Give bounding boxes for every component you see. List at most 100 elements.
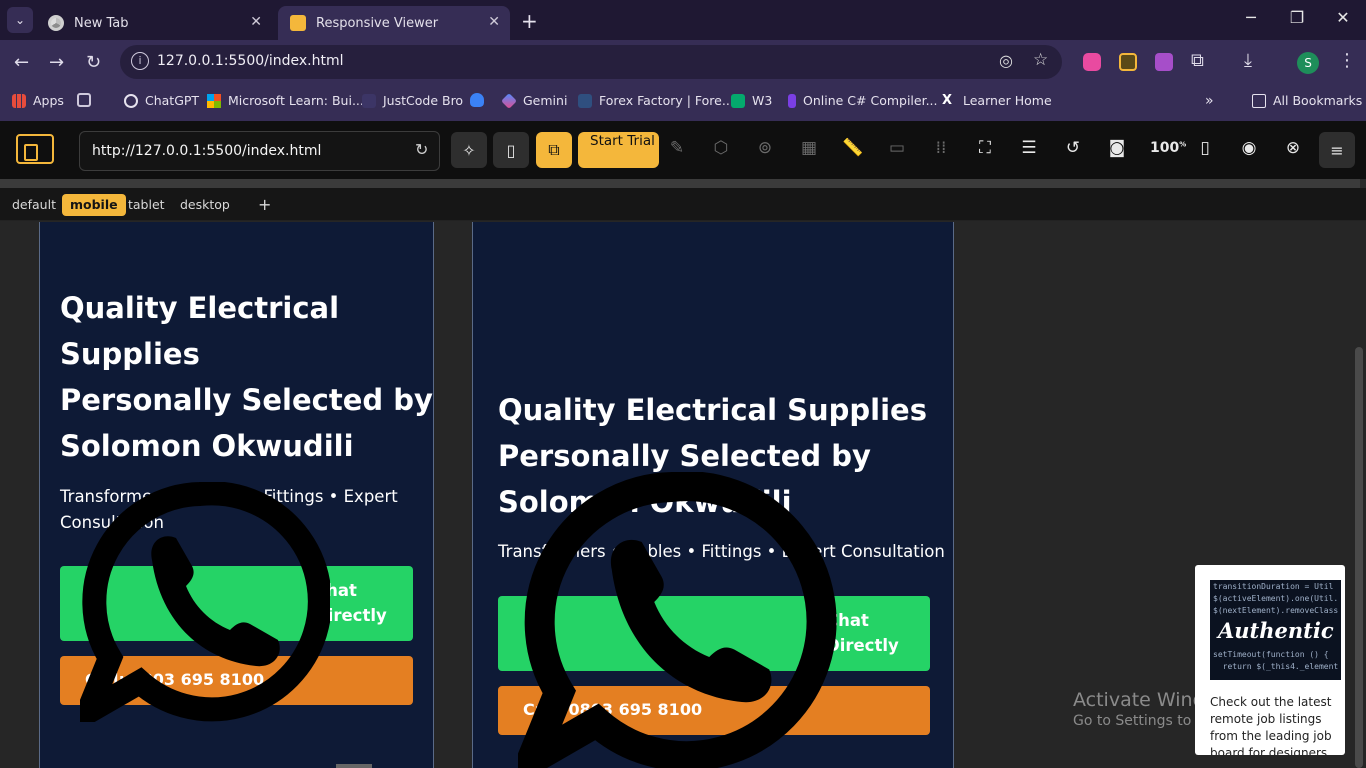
justcode-icon	[362, 93, 376, 108]
whatsapp-icon	[518, 472, 837, 768]
inspect-cursor-button[interactable]: ✧	[451, 132, 487, 168]
bookmark-gemini[interactable]: Gemini	[501, 92, 567, 109]
scroll-handle[interactable]	[336, 764, 372, 768]
star-icon[interactable]: ☆	[1033, 50, 1048, 70]
device-tab-desktop[interactable]: desktop	[172, 194, 238, 216]
ad-text: Check out the latest remote job listings…	[1210, 695, 1332, 755]
extension-icon[interactable]	[1155, 53, 1173, 71]
eye-off-icon[interactable]: ◎	[999, 51, 1013, 70]
bookmark-forex-factory[interactable]: Forex Factory | Fore...	[578, 93, 734, 108]
chatgpt-icon	[124, 93, 138, 108]
close-tab-icon[interactable]: ✕	[250, 14, 262, 30]
ruler-icon[interactable]: 📏	[841, 138, 865, 158]
avatar[interactable]: S	[1297, 52, 1319, 74]
cube-icon[interactable]: ⬡	[709, 138, 733, 158]
bookmark-butterfly[interactable]	[470, 93, 491, 107]
minimize-icon[interactable]: ─	[1228, 8, 1274, 27]
tab-responsive-viewer[interactable]: Responsive Viewer ✕	[278, 6, 510, 40]
vertical-scrollbar[interactable]	[1355, 347, 1363, 768]
viewport-stage: Quality Electrical Supplies Personally S…	[0, 222, 1366, 768]
viewer-url-field[interactable]: http://127.0.0.1:5500/index.html ↻	[79, 131, 440, 171]
close-tab-icon[interactable]: ✕	[488, 14, 500, 30]
responsive-viewer-icon	[290, 15, 306, 31]
tab-label: New Tab	[74, 15, 129, 31]
bookmarks-bar: Apps ChatGPT Microsoft Learn: Bui... Jus…	[0, 85, 1366, 116]
authentic-logo: Authentic	[1218, 618, 1334, 643]
folder-icon	[1252, 93, 1266, 108]
bookmark-online-compiler[interactable]: Online C# Compiler...	[788, 93, 938, 108]
hamburger-menu-icon[interactable]: ≡	[1319, 132, 1355, 168]
site-info-icon[interactable]: i	[131, 52, 149, 70]
device-frame-mobile: Quality Electrical Supplies Personally S…	[39, 222, 434, 768]
back-icon[interactable]: ←	[14, 52, 29, 73]
bookmark-apps[interactable]: Apps	[12, 93, 64, 108]
bookmark-justcode[interactable]: JustCode Bro	[362, 93, 463, 108]
forex-icon	[578, 93, 592, 108]
compiler-icon	[788, 93, 796, 108]
layers-icon[interactable]: ☰	[1017, 138, 1041, 158]
rotate-icon[interactable]: ↺	[1061, 138, 1085, 158]
grid-icon	[77, 93, 91, 107]
browser-tab-strip: ⌄ New Tab ✕ Responsive Viewer ✕ + ─ ❐ ✕	[0, 0, 1366, 40]
horizontal-scrollbar[interactable]	[0, 179, 1360, 188]
tab-new-tab[interactable]: New Tab ✕	[36, 6, 272, 40]
sync-devices-button[interactable]: ⧉	[536, 132, 572, 168]
grid-overlay-icon[interactable]: ▦	[797, 138, 821, 158]
menu-dots-icon[interactable]: ⋮	[1338, 50, 1356, 71]
apps-grid-icon	[12, 93, 26, 108]
bookmark-learner-home[interactable]: X Learner Home	[942, 93, 1052, 108]
link-icon[interactable]: ⊚	[753, 138, 777, 158]
whatsapp-icon	[80, 482, 330, 722]
shield-extension-icon[interactable]	[1083, 53, 1101, 71]
hero-title: Quality Electrical Supplies Personally S…	[60, 291, 433, 463]
mouse-button[interactable]: ▯	[493, 132, 529, 168]
bookmark-microsoft-learn[interactable]: Microsoft Learn: Bui...	[207, 93, 364, 108]
download-icon[interactable]: ⤓	[1244, 50, 1252, 71]
address-bar[interactable]: i 127.0.0.1:5500/index.html ◎ ☆	[120, 45, 1062, 79]
zoom-level[interactable]: 100%	[1150, 140, 1186, 156]
microsoft-icon	[207, 93, 221, 108]
tab-search-button[interactable]: ⌄	[7, 7, 33, 33]
bar-icon[interactable]: ▭	[885, 138, 909, 158]
device-tab-default[interactable]: default	[4, 194, 64, 216]
viewer-url-text: http://127.0.0.1:5500/index.html	[92, 143, 322, 159]
bookmark-chatgpt[interactable]: ChatGPT	[124, 93, 199, 108]
x-logo-icon: X	[942, 92, 953, 108]
chrome-icon	[48, 15, 64, 31]
bookmark-grid[interactable]	[77, 93, 98, 107]
screenshot-area-icon[interactable]: ⛶	[973, 138, 997, 158]
viewer-logo-icon[interactable]	[16, 134, 54, 164]
bookmarks-overflow-icon[interactable]: »	[1205, 93, 1214, 109]
camera-icon[interactable]: ◙	[1105, 138, 1129, 158]
dots-grid-icon[interactable]: ⁞⁞	[929, 138, 953, 158]
all-bookmarks[interactable]: All Bookmarks	[1252, 93, 1362, 108]
device-frame-icon[interactable]: ▯	[1193, 138, 1217, 158]
device-frame-mobile-wide: Quality Electrical Supplies Personally S…	[472, 222, 954, 768]
device-tab-tablet[interactable]: tablet	[120, 194, 173, 216]
bookmark-w3[interactable]: W3	[731, 93, 772, 108]
address-url: 127.0.0.1:5500/index.html	[157, 53, 344, 69]
butterfly-icon	[470, 93, 484, 107]
add-device-button[interactable]: +	[250, 194, 279, 216]
reload-icon[interactable]: ↻	[86, 52, 101, 73]
device-tab-mobile[interactable]: mobile	[62, 194, 126, 216]
extension-icon[interactable]	[1119, 53, 1137, 71]
puzzle-icon[interactable]: ⧉	[1191, 50, 1204, 71]
close-window-icon[interactable]: ✕	[1320, 8, 1366, 27]
browser-toolbar: ← → ↻ i 127.0.0.1:5500/index.html ◎ ☆ ⧉ …	[0, 40, 1366, 85]
pencil-icon[interactable]: ✎	[665, 138, 689, 158]
ad-image: transitionDuration = Util $(activeElemen…	[1210, 580, 1341, 680]
refresh-icon[interactable]: ↻	[415, 140, 428, 159]
close-circle-icon[interactable]: ⊗	[1281, 138, 1305, 158]
new-tab-button[interactable]: +	[521, 9, 538, 33]
restore-icon[interactable]: ❐	[1274, 8, 1320, 27]
device-tabs: default mobile tablet desktop +	[0, 188, 1366, 221]
forward-icon[interactable]: →	[49, 52, 64, 73]
start-trial-button[interactable]: Start Trial	[578, 132, 659, 168]
w3-icon	[731, 93, 745, 108]
viewer-toolbar: http://127.0.0.1:5500/index.html ↻ ✧ ▯ ⧉…	[0, 121, 1366, 179]
gemini-icon	[501, 92, 517, 109]
ad-card[interactable]: transitionDuration = Util $(activeElemen…	[1195, 565, 1345, 755]
discord-icon[interactable]: ◉	[1237, 138, 1261, 158]
tab-label: Responsive Viewer	[316, 15, 439, 31]
